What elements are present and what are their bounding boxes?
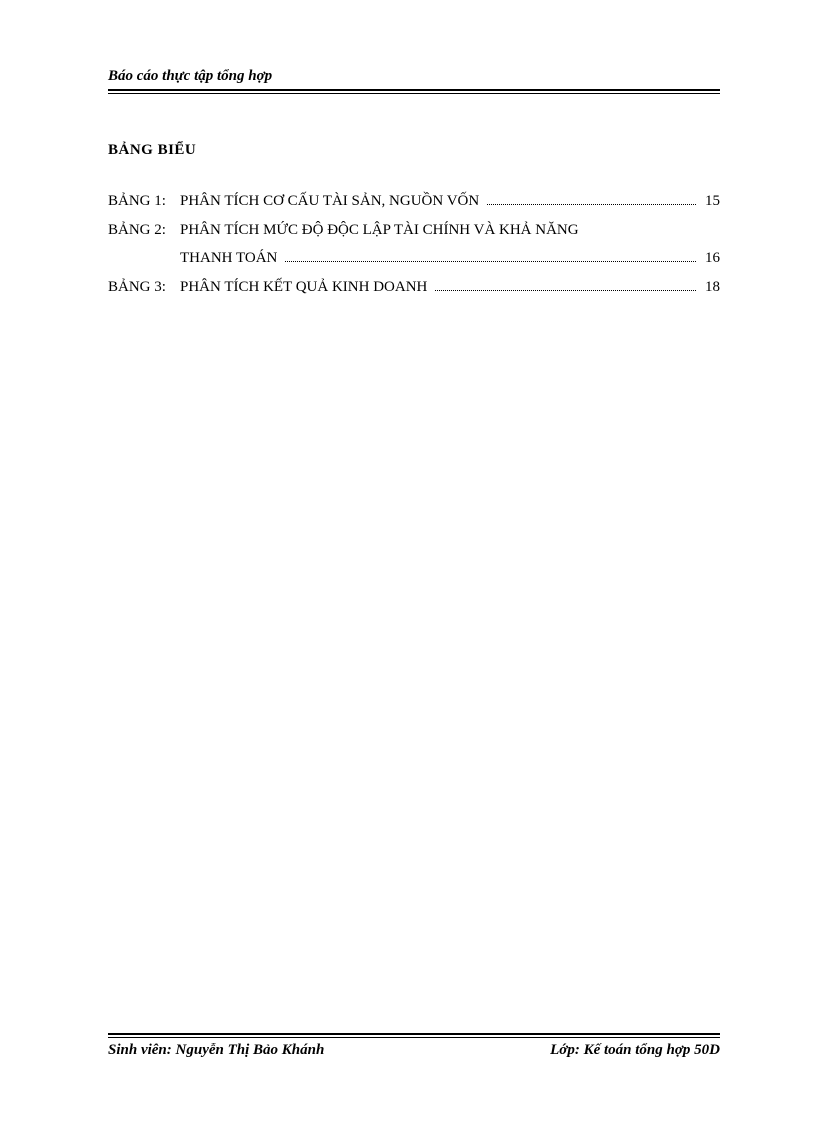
toc-item: BẢNG 3: PHÂN TÍCH KẾT QUẢ KINH DOANH 18 bbox=[108, 273, 720, 302]
section-title: BẢNG BIỂU bbox=[108, 142, 720, 159]
toc-list: BẢNG 1: PHÂN TÍCH CƠ CẤU TÀI SẢN, NGUỒN … bbox=[108, 187, 720, 301]
toc-item: BẢNG 2: PHÂN TÍCH MỨC ĐỘ ĐỘC LẬP TÀI CHÍ… bbox=[108, 216, 720, 273]
toc-dots bbox=[435, 290, 696, 291]
toc-title-cont: THANH TOÁN bbox=[180, 244, 281, 273]
page-footer: Sinh viên: Nguyễn Thị Bảo Khánh Lớp: Kế … bbox=[108, 1033, 720, 1059]
toc-page: 18 bbox=[700, 273, 720, 302]
toc-page: 16 bbox=[700, 244, 720, 273]
toc-dots bbox=[487, 204, 696, 205]
toc-title: PHÂN TÍCH KẾT QUẢ KINH DOANH bbox=[180, 273, 431, 302]
toc-item: BẢNG 1: PHÂN TÍCH CƠ CẤU TÀI SẢN, NGUỒN … bbox=[108, 187, 720, 216]
toc-title: PHÂN TÍCH MỨC ĐỘ ĐỘC LẬP TÀI CHÍNH VÀ KH… bbox=[180, 216, 583, 245]
header-title: Báo cáo thực tập tổng hợp bbox=[108, 68, 720, 91]
toc-page: 15 bbox=[700, 187, 720, 216]
toc-label: BẢNG 3: bbox=[108, 273, 180, 302]
footer-student: Sinh viên: Nguyễn Thị Bảo Khánh bbox=[108, 1042, 324, 1059]
page-header: Báo cáo thực tập tổng hợp bbox=[108, 68, 720, 94]
toc-title: PHÂN TÍCH CƠ CẤU TÀI SẢN, NGUỒN VỐN bbox=[180, 187, 483, 216]
footer-class: Lớp: Kế toán tổng hợp 50D bbox=[550, 1042, 720, 1059]
content-area: BẢNG BIỂU BẢNG 1: PHÂN TÍCH CƠ CẤU TÀI S… bbox=[108, 96, 720, 1033]
toc-label: BẢNG 2: bbox=[108, 216, 180, 245]
toc-dots bbox=[285, 261, 696, 262]
page: Báo cáo thực tập tổng hợp BẢNG BIỂU BẢNG… bbox=[0, 0, 816, 1123]
toc-label: BẢNG 1: bbox=[108, 187, 180, 216]
